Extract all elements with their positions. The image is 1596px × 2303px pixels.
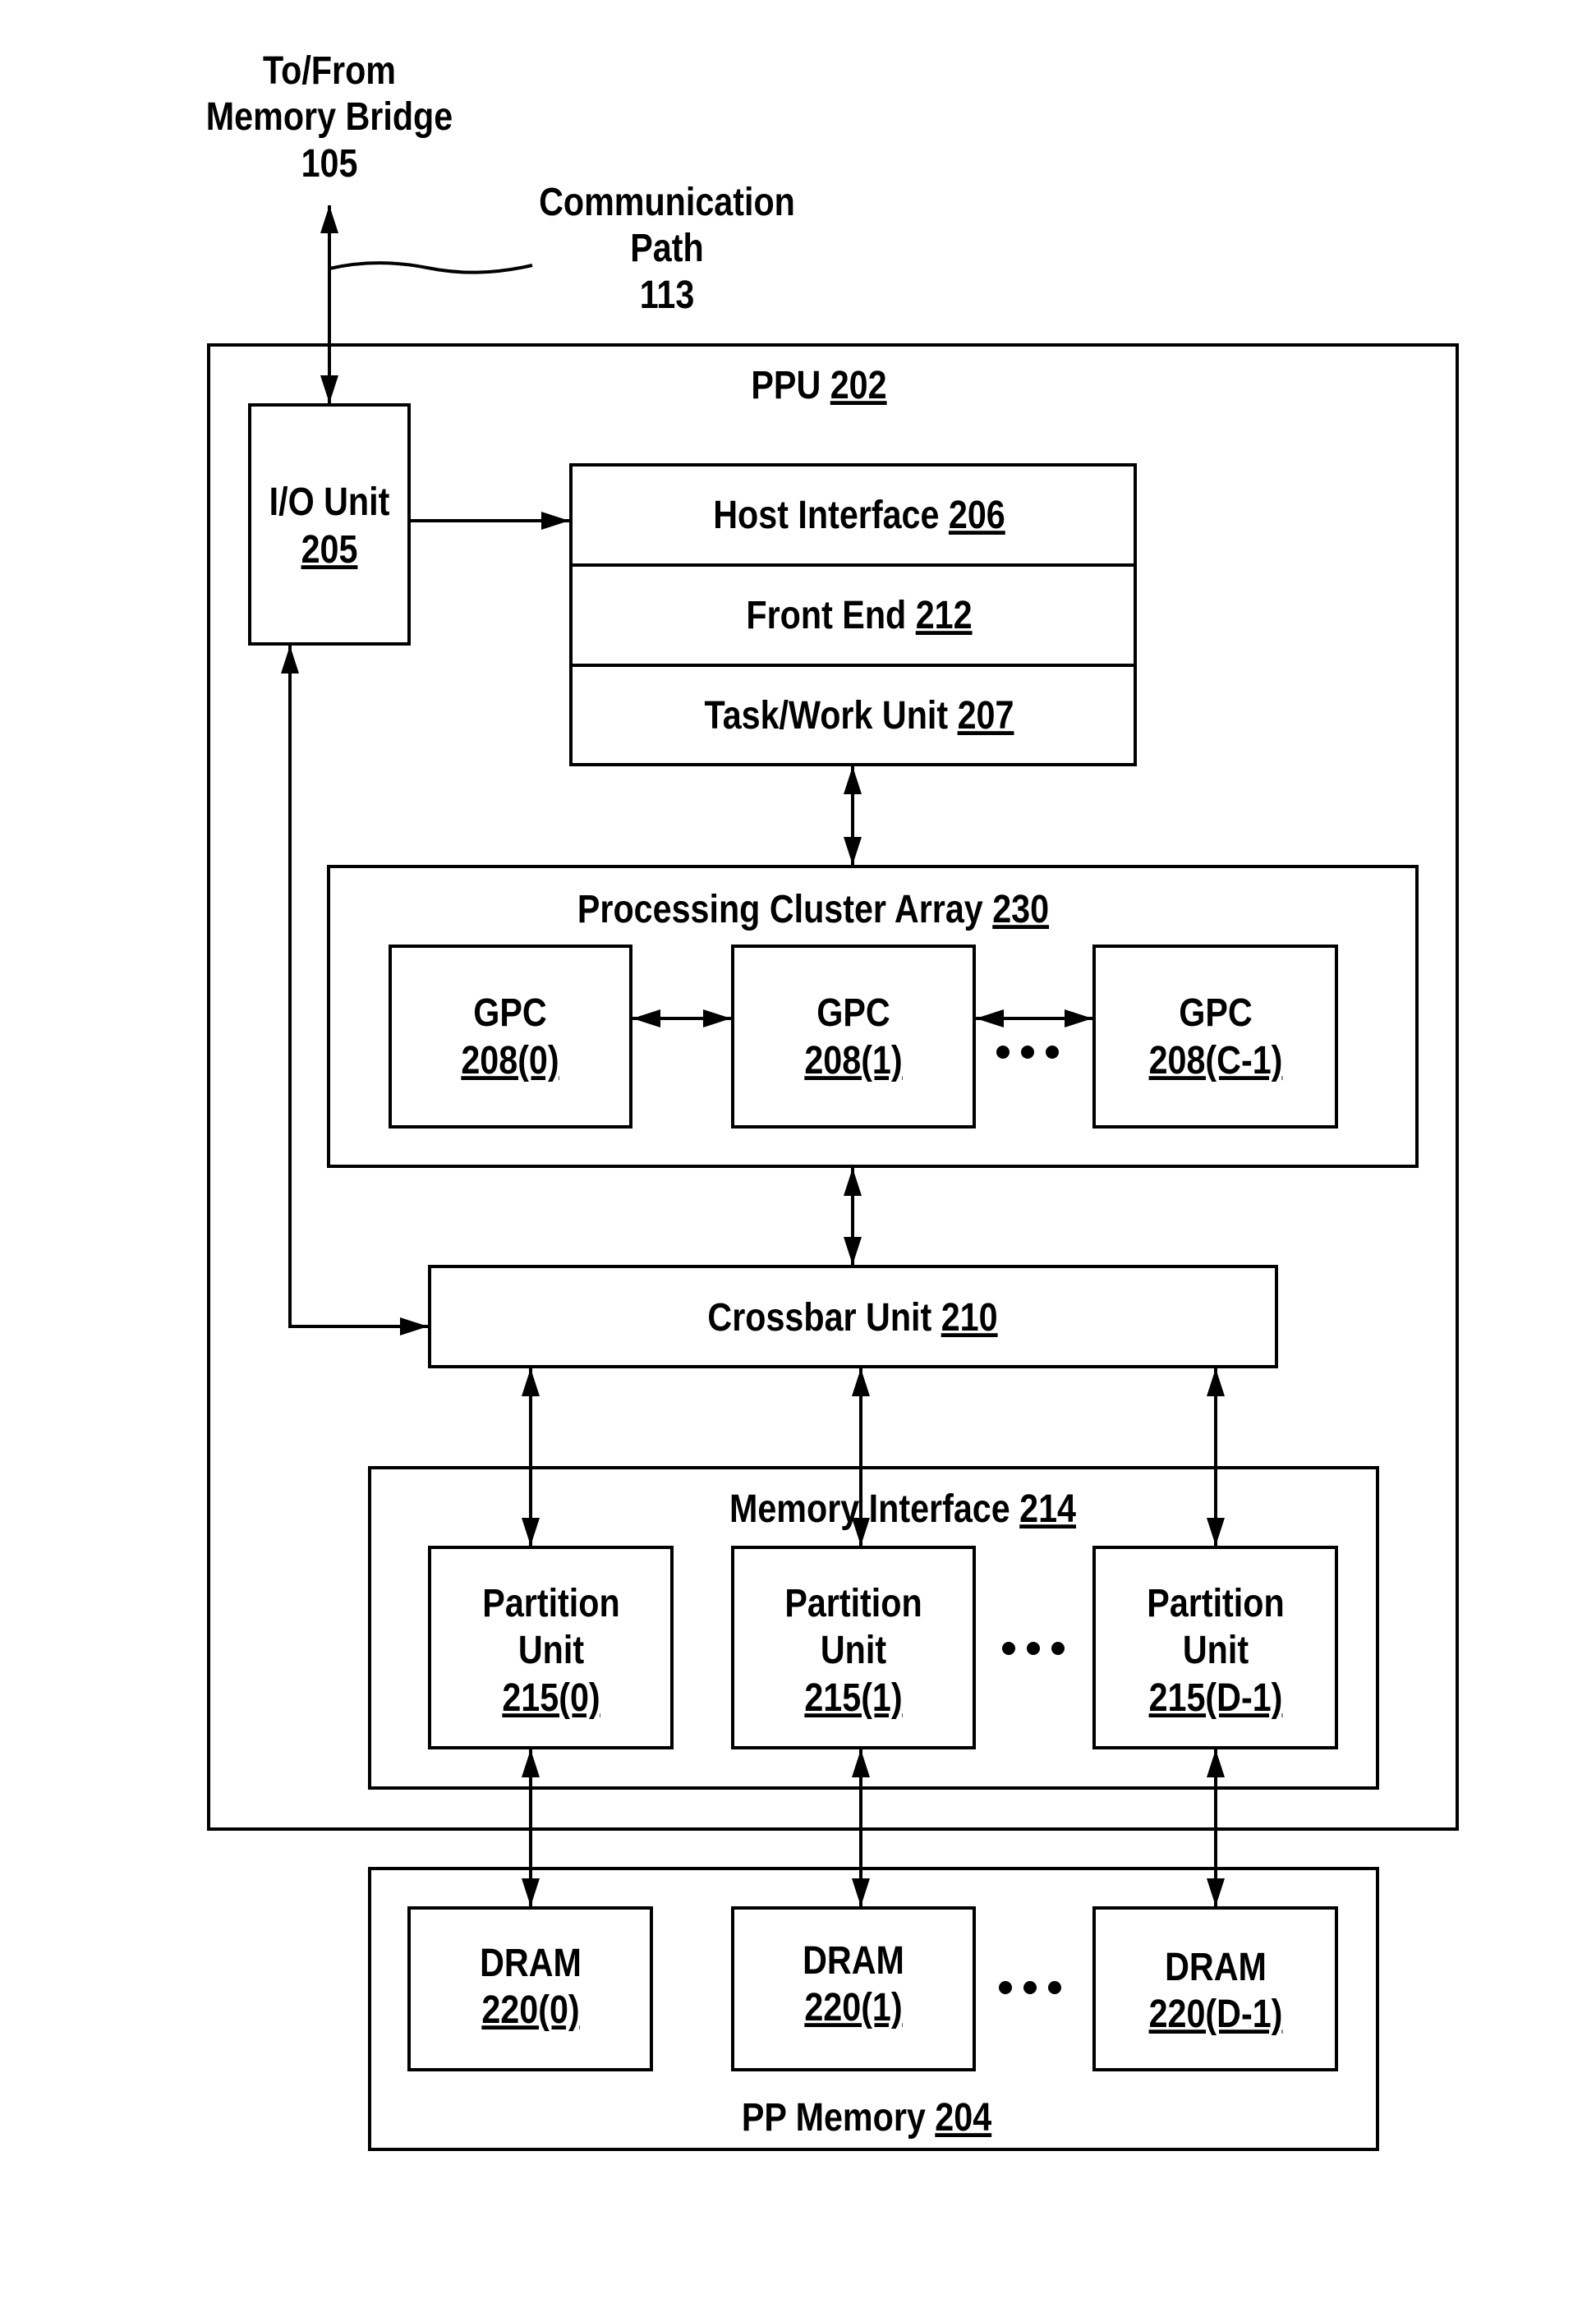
memory-interface-title-ref: 214 [1019,1487,1076,1531]
dram-label-2: DRAM [1165,1945,1267,1989]
partition-ref-1: 215(1) [804,1676,902,1720]
host-interface-label: Host Interface 206 [713,493,1005,537]
memory-interface-title: Memory Interface 214 [729,1487,1076,1531]
communication-path-label-line2-text: Path [630,226,703,270]
memory-bridge-ref-text: 105 [301,141,358,186]
pp-memory-title: PP Memory 204 [742,2095,991,2140]
partition-ref-2: 215(D-1) [1149,1676,1283,1720]
communication-path-ref: 113 [640,273,695,317]
communication-path-label-line1-text: Communication [539,180,795,224]
dram-label-1: DRAM [803,1938,904,1983]
dram-ref-2-ref: 220(D-1) [1149,1992,1283,2036]
crossbar-label-ref: 210 [941,1295,998,1340]
partition-ref-2-ref: 215(D-1) [1149,1676,1283,1720]
gpc-label-0: GPC [473,991,546,1035]
gpc-label-2-text: GPC [1179,991,1252,1035]
partition-ref-1-ref: 215(1) [804,1676,902,1720]
gpc-ref-1-ref: 208(1) [804,1038,902,1083]
memory-bridge-label-line2-text: Memory Bridge [206,94,453,139]
memory-bridge-label-line1-text: To/From [263,48,396,93]
io-unit-label: I/O Unit [269,480,390,524]
communication-path-leader [329,261,533,274]
dram-ref-1: 220(1) [804,1985,902,2029]
dram-ellipsis-dot [999,1981,1012,1994]
processing-cluster-array-title-ref: 230 [992,887,1049,931]
io-unit-ref-ref: 205 [301,527,358,572]
partition-label-line2-2: Unit [1183,1628,1249,1672]
gpc-ellipsis-dot [996,1046,1010,1059]
pp-memory-title-text: PP Memory [742,2095,926,2140]
task-work-unit-label: Task/Work Unit 207 [705,693,1014,738]
gpc-ref-2-ref: 208(C-1) [1149,1038,1283,1083]
io-unit-ref: 205 [301,527,358,572]
gpc-label-2: GPC [1179,991,1252,1035]
partition-label-line1-0: Partition [482,1581,619,1625]
partition-ellipsis-dot [1002,1642,1015,1655]
task-work-unit-label-text: Task/Work Unit [705,693,949,738]
memory-bridge-label-line1: To/From [263,48,396,93]
gpc-ref-0: 208(0) [461,1038,559,1083]
processing-cluster-array-title-text: Processing Cluster Array [577,887,983,931]
ppu-title: PPU 202 [751,363,886,407]
gpc-label-1-text: GPC [816,991,890,1035]
partition-label-line1-1: Partition [784,1581,922,1625]
communication-path-label-line1: Communication [539,180,795,224]
processing-cluster-array-title: Processing Cluster Array 230 [577,887,1049,931]
front-end-label-text: Front End [746,593,906,637]
gpc-box-2[interactable] [1092,945,1338,1129]
partition-ref-0-ref: 215(0) [502,1676,600,1720]
partition-ref-0: 215(0) [502,1676,600,1720]
dram-label-0-text: DRAM [480,1941,582,1985]
io-unit-box[interactable] [248,403,411,646]
dram-label-0: DRAM [480,1941,582,1985]
dram-label-1-text: DRAM [803,1938,904,1983]
dram-ref-2: 220(D-1) [1149,1992,1283,2036]
gpc-box-0[interactable] [389,945,632,1129]
partition-label-line1-0-text: Partition [482,1581,619,1625]
dram-ref-0: 220(0) [481,1988,579,2032]
gpc-ref-1: 208(1) [804,1038,902,1083]
pp-memory-title-ref: 204 [935,2095,991,2140]
crossbar-label-text: Crossbar Unit [707,1295,931,1340]
dram-label-2-text: DRAM [1165,1945,1267,1989]
partition-label-line2-0-text: Unit [518,1628,584,1672]
memory-bridge-arrow-head-start [320,205,338,233]
front-end-label-ref: 212 [916,593,973,637]
communication-path-label-line2: Path [630,226,703,270]
io-unit-label-text: I/O Unit [269,480,390,524]
gpc-ellipsis-dot [1046,1046,1059,1059]
partition-ellipsis-dot [1027,1642,1040,1655]
host-interface-label-text: Host Interface [713,493,939,537]
gpc-ref-2: 208(C-1) [1149,1038,1283,1083]
partition-label-line2-2-text: Unit [1183,1628,1249,1672]
dram-ref-0-ref: 220(0) [481,1988,579,2032]
dram-ref-1-ref: 220(1) [804,1985,902,2029]
partition-label-line2-1-text: Unit [821,1628,886,1672]
communication-path-ref-text: 113 [640,273,695,317]
partition-label-line2-1: Unit [821,1628,886,1672]
memory-bridge-ref: 105 [301,141,358,186]
gpc-box-1[interactable] [731,945,976,1129]
dram-ellipsis-dot [1048,1981,1061,1994]
partition-label-line2-0: Unit [518,1628,584,1672]
partition-label-line1-1-text: Partition [784,1581,922,1625]
gpc-label-0-text: GPC [473,991,546,1035]
ppu-title-ref: 202 [830,363,887,407]
memory-bridge-label-line2: Memory Bridge [206,94,453,139]
partition-label-line1-2-text: Partition [1147,1581,1284,1625]
gpc-ellipsis-dot [1021,1046,1034,1059]
gpc-ref-0-ref: 208(0) [461,1038,559,1083]
dram-ellipsis-dot [1023,1981,1037,1994]
ppu-block-diagram: To/FromMemory Bridge105 CommunicationPath… [206,48,1459,2151]
partition-ellipsis-dot [1051,1642,1065,1655]
partition-label-line1-2: Partition [1147,1581,1284,1625]
front-end-label: Front End 212 [746,593,972,637]
ppu-title-text: PPU [751,363,821,407]
crossbar-label: Crossbar Unit 210 [707,1295,997,1340]
host-interface-label-ref: 206 [949,493,1005,537]
gpc-label-1: GPC [816,991,890,1035]
memory-interface-title-text: Memory Interface [729,1487,1010,1531]
task-work-unit-label-ref: 207 [958,693,1014,738]
